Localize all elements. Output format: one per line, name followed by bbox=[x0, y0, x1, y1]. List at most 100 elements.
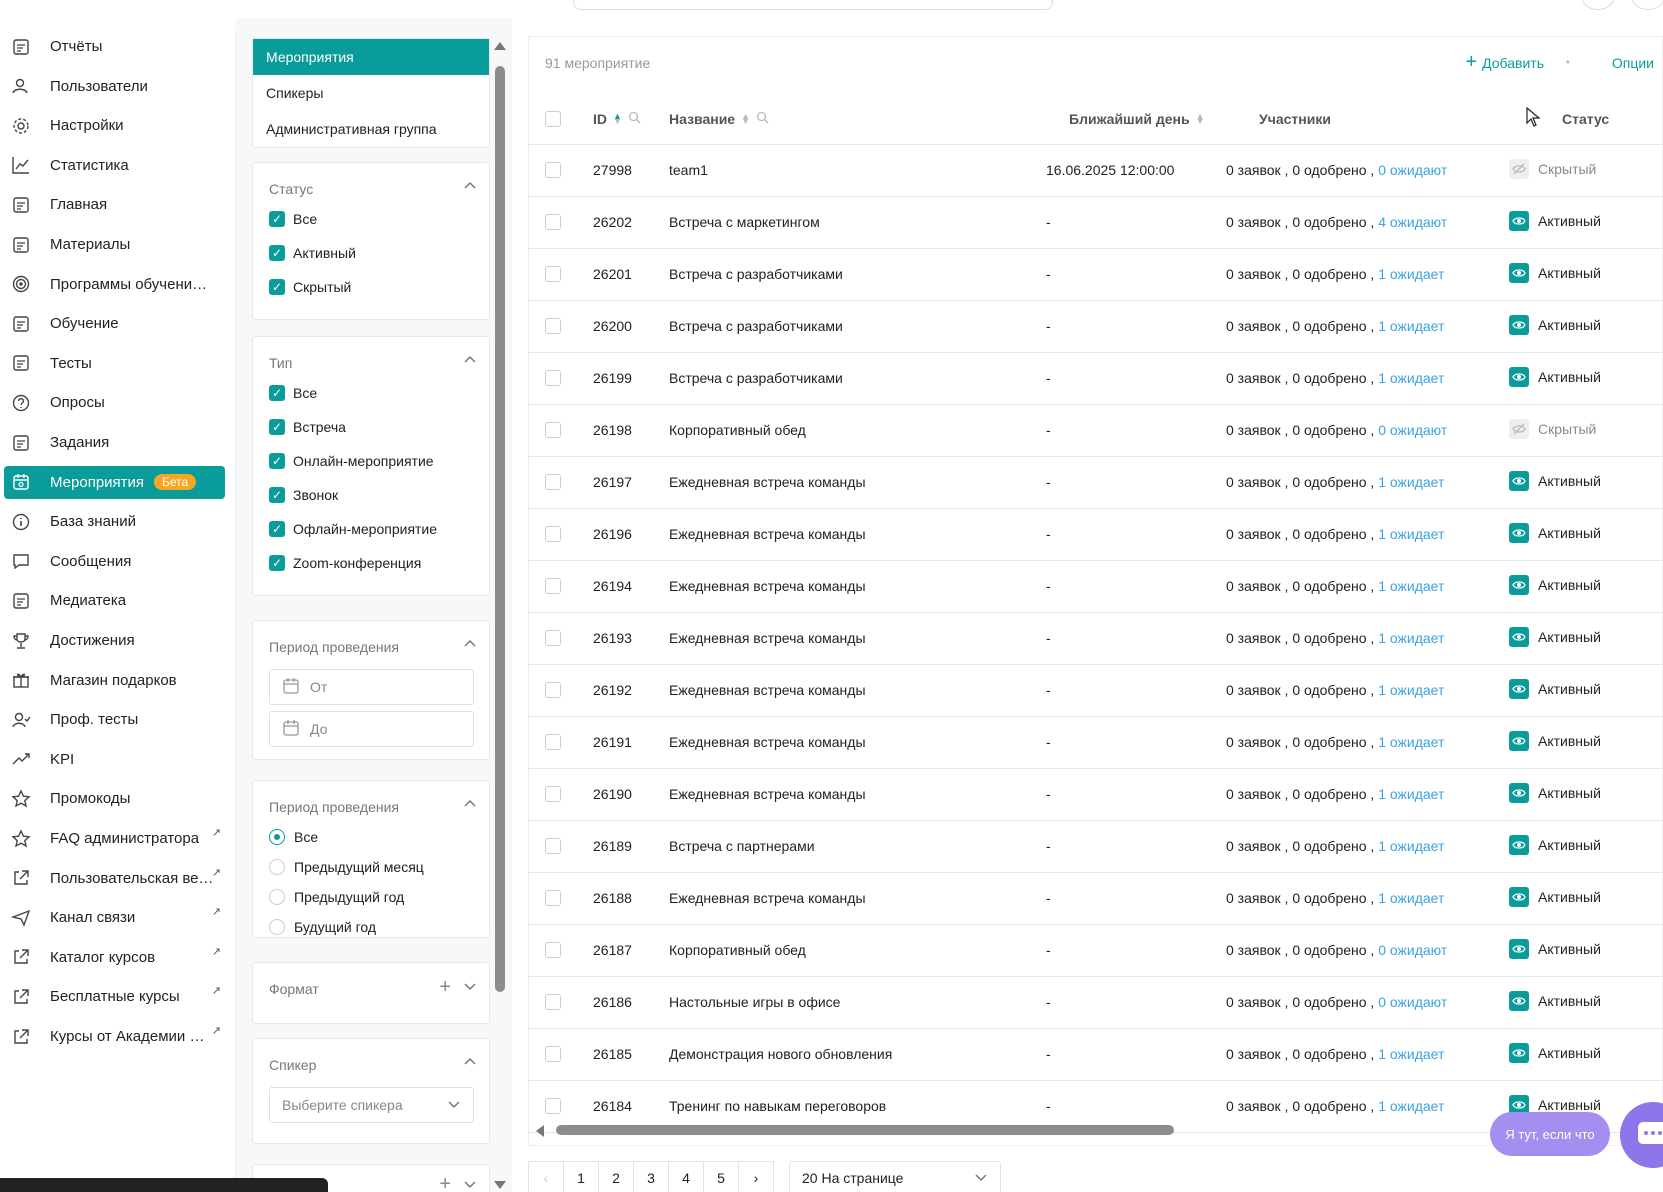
row-name[interactable]: Настольные игры в офисе bbox=[669, 994, 840, 1010]
chevron-up-icon[interactable] bbox=[461, 1055, 479, 1073]
row-checkbox[interactable] bbox=[545, 578, 561, 594]
checkbox-checked-icon[interactable]: ✓ bbox=[269, 211, 285, 227]
row-waiting-link[interactable]: 0 ожидают bbox=[1378, 942, 1447, 958]
table-row[interactable]: 26194 Ежедневная встреча команды - 0 заявок… bbox=[529, 561, 1663, 613]
row-checkbox[interactable] bbox=[545, 942, 561, 958]
column-id[interactable]: ID ▲ ▼ bbox=[593, 111, 641, 127]
row-name[interactable]: Встреча с разработчиками bbox=[669, 370, 843, 386]
sidebar-item-10[interactable]: Задания bbox=[4, 426, 225, 459]
type-option-meeting[interactable]: ✓ Встреча bbox=[269, 419, 346, 435]
row-checkbox[interactable] bbox=[545, 162, 561, 178]
sidebar-item-15[interactable]: Достижения bbox=[4, 624, 225, 657]
period-option-prev-month[interactable]: Предыдущий месяц bbox=[269, 859, 424, 875]
row-name[interactable]: Ежедневная встреча команды bbox=[669, 526, 866, 542]
sidebar-item-0[interactable]: Отчёты bbox=[4, 30, 225, 63]
sidebar-item-2[interactable]: Настройки bbox=[4, 109, 225, 142]
checkbox-checked-icon[interactable]: ✓ bbox=[269, 419, 285, 435]
row-checkbox[interactable] bbox=[545, 318, 561, 334]
checkbox-checked-icon[interactable]: ✓ bbox=[269, 555, 285, 571]
date-from-input[interactable]: От bbox=[269, 669, 474, 705]
row-waiting-link[interactable]: 1 ожидает bbox=[1378, 526, 1444, 542]
tab-events[interactable]: Мероприятия bbox=[253, 39, 489, 75]
period-option-next-year[interactable]: Будущий год bbox=[269, 919, 376, 935]
page-2[interactable]: 2 bbox=[598, 1161, 634, 1192]
row-checkbox[interactable] bbox=[545, 786, 561, 802]
notifications-icon[interactable] bbox=[1582, 0, 1614, 10]
row-name[interactable]: Корпоративный обед bbox=[669, 422, 806, 438]
row-name[interactable]: Ежедневная встреча команды bbox=[669, 734, 866, 750]
plus-icon[interactable]: + bbox=[439, 1173, 451, 1192]
column-name[interactable]: Название ▲ ▼ bbox=[669, 111, 769, 127]
eye-icon[interactable] bbox=[1509, 575, 1529, 595]
sort-icon[interactable]: ▲ ▼ bbox=[613, 112, 622, 126]
table-row[interactable]: 26190 Ежедневная встреча команды - 0 заявок… bbox=[529, 769, 1663, 821]
eye-icon[interactable] bbox=[1509, 1043, 1529, 1063]
prev-page-button[interactable]: ‹ bbox=[528, 1161, 564, 1192]
row-name[interactable]: Ежедневная встреча команды bbox=[669, 682, 866, 698]
eye-icon[interactable] bbox=[1509, 523, 1529, 543]
tab-speakers[interactable]: Спикеры bbox=[253, 75, 489, 111]
table-row[interactable]: 26202 Встреча с маркетингом - 0 заявок , 0 … bbox=[529, 197, 1663, 249]
chevron-up-icon[interactable] bbox=[461, 179, 479, 197]
scroll-down-arrow[interactable] bbox=[494, 1181, 506, 1189]
checkbox-checked-icon[interactable]: ✓ bbox=[269, 453, 285, 469]
help-pill[interactable]: Я тут, если что bbox=[1490, 1112, 1610, 1156]
sidebar-item-13[interactable]: Сообщения bbox=[4, 545, 225, 578]
sidebar-item-23[interactable]: Каталог курсов ↗ bbox=[4, 941, 225, 974]
sidebar-item-9[interactable]: Опросы bbox=[4, 386, 225, 419]
row-name[interactable]: team1 bbox=[669, 162, 708, 178]
table-row[interactable]: 26187 Корпоративный обед - 0 заявок , 0 одо… bbox=[529, 925, 1663, 977]
search-icon[interactable] bbox=[628, 111, 641, 127]
row-name[interactable]: Ежедневная встреча команды bbox=[669, 474, 866, 490]
checkbox-checked-icon[interactable]: ✓ bbox=[269, 385, 285, 401]
row-waiting-link[interactable]: 1 ожидает bbox=[1378, 318, 1444, 334]
sidebar-item-14[interactable]: Медиатека bbox=[4, 584, 225, 617]
row-checkbox[interactable] bbox=[545, 682, 561, 698]
table-row[interactable]: 26198 Корпоративный обед - 0 заявок , 0 одо… bbox=[529, 405, 1663, 457]
search-icon[interactable] bbox=[756, 111, 769, 127]
row-waiting-link[interactable]: 1 ожидает bbox=[1378, 1098, 1444, 1114]
eye-off-icon[interactable] bbox=[1509, 159, 1529, 179]
table-row[interactable]: 27998 team1 16.06.2025 12:00:00 0 заявок , … bbox=[529, 145, 1663, 197]
eye-icon[interactable] bbox=[1509, 367, 1529, 387]
row-name[interactable]: Встреча с разработчиками bbox=[669, 318, 843, 334]
sidebar-item-8[interactable]: Тесты bbox=[4, 347, 225, 380]
chat-icon[interactable] bbox=[1620, 1102, 1663, 1168]
row-waiting-link[interactable]: 0 ожидают bbox=[1378, 422, 1447, 438]
table-row[interactable]: 26196 Ежедневная встреча команды - 0 заявок… bbox=[529, 509, 1663, 561]
next-page-button[interactable]: › bbox=[738, 1161, 774, 1192]
row-name[interactable]: Ежедневная встреча команды bbox=[669, 630, 866, 646]
row-waiting-link[interactable]: 4 ожидают bbox=[1378, 214, 1447, 230]
table-row[interactable]: 26185 Демонстрация нового обновления - 0 за… bbox=[529, 1029, 1663, 1081]
row-waiting-link[interactable]: 1 ожидает bbox=[1378, 1046, 1444, 1062]
eye-icon[interactable] bbox=[1509, 939, 1529, 959]
column-next-day[interactable]: Ближайший день ▲ ▼ bbox=[1069, 111, 1204, 127]
period-option-all[interactable]: Все bbox=[269, 829, 318, 845]
row-checkbox[interactable] bbox=[545, 214, 561, 230]
sidebar-item-11[interactable]: Мероприятия Бета bbox=[4, 465, 225, 499]
sidebar-item-19[interactable]: Промокоды bbox=[4, 782, 225, 815]
status-option-hidden[interactable]: ✓ Скрытый bbox=[269, 279, 351, 295]
eye-icon[interactable] bbox=[1509, 263, 1529, 283]
sidebar-item-21[interactable]: Пользовательская веб-... ↗ bbox=[4, 862, 225, 895]
global-search-input[interactable] bbox=[573, 0, 1053, 10]
page-4[interactable]: 4 bbox=[668, 1161, 704, 1192]
eye-icon[interactable] bbox=[1509, 887, 1529, 907]
row-name[interactable]: Встреча с маркетингом bbox=[669, 214, 820, 230]
date-to-input[interactable]: До bbox=[269, 711, 474, 747]
checkbox-checked-icon[interactable]: ✓ bbox=[269, 245, 285, 261]
sort-icon[interactable]: ▲ ▼ bbox=[741, 112, 750, 126]
sidebar-item-16[interactable]: Магазин подарков bbox=[4, 664, 225, 697]
sidebar-item-17[interactable]: Проф. тесты bbox=[4, 703, 225, 736]
sidebar-item-5[interactable]: Материалы bbox=[4, 228, 225, 261]
table-row[interactable]: 26189 Встреча с партнерами - 0 заявок , 0 о… bbox=[529, 821, 1663, 873]
row-waiting-link[interactable]: 1 ожидает bbox=[1378, 890, 1444, 906]
scroll-up-arrow[interactable] bbox=[494, 42, 506, 50]
row-name[interactable]: Ежедневная встреча команды bbox=[669, 786, 866, 802]
page-5[interactable]: 5 bbox=[703, 1161, 739, 1192]
add-event-button[interactable]: + Добавить bbox=[1465, 51, 1544, 74]
sidebar-item-3[interactable]: Статистика bbox=[4, 149, 225, 182]
row-waiting-link[interactable]: 0 ожидают bbox=[1378, 994, 1447, 1010]
chevron-up-icon[interactable] bbox=[461, 637, 479, 655]
row-waiting-link[interactable]: 1 ожидает bbox=[1378, 370, 1444, 386]
